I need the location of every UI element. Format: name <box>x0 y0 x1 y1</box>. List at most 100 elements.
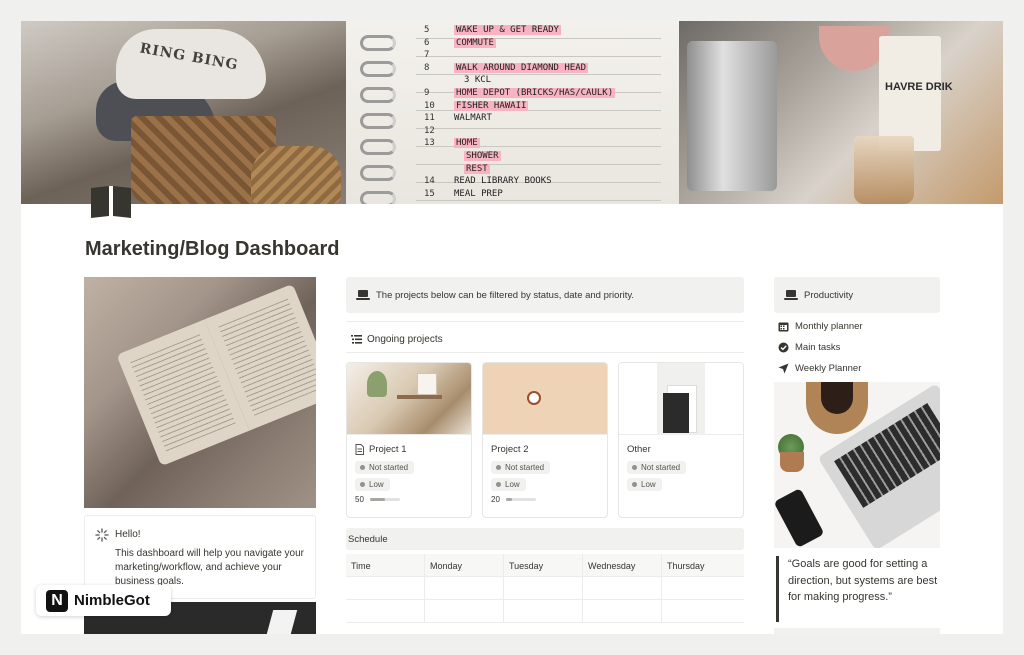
projects-info-callout: The projects below can be filtered by st… <box>346 277 744 313</box>
project-title-text: Project 2 <box>491 444 529 455</box>
progress-value: 50 <box>355 495 364 504</box>
planner-entry: MEAL PREP <box>454 188 503 199</box>
nimblegot-logo-badge: N NimbleGot <box>36 585 171 616</box>
productivity-title: Productivity <box>804 290 854 301</box>
table-cell[interactable] <box>346 577 425 599</box>
table-cell[interactable] <box>425 600 504 622</box>
planner-hour: 10 <box>424 100 435 111</box>
table-row <box>346 600 744 623</box>
planner-hour: 8 <box>424 62 430 73</box>
priority-text: Low <box>505 480 520 489</box>
page-icon <box>355 444 364 455</box>
planner-entry: SHOWER <box>464 151 501 161</box>
progress-fill <box>505 498 512 501</box>
link-monthly-planner[interactable]: Monthly planner <box>778 321 863 332</box>
project-title: Project 2 <box>491 444 529 455</box>
table-row <box>346 577 744 600</box>
priority-badge: Low <box>627 478 662 491</box>
link-weekly-planner[interactable]: Weekly Planner <box>778 363 861 374</box>
planner-hour: 7 <box>424 50 430 61</box>
link-main-tasks[interactable]: Main tasks <box>778 342 840 353</box>
dark-image-shape <box>266 610 298 634</box>
planner-entry: WALMART <box>454 113 492 124</box>
page-title[interactable]: Marketing/Blog Dashboard <box>85 238 339 261</box>
project-card[interactable]: Project 2 Not started Low 20 <box>482 362 608 518</box>
list-icon <box>351 335 362 344</box>
table-cell[interactable] <box>346 600 425 622</box>
schedule-heading[interactable]: Schedule <box>346 528 744 550</box>
column-header-monday[interactable]: Monday <box>425 554 504 576</box>
planner-hour: 13 <box>424 138 435 149</box>
project-title: Other <box>627 444 651 455</box>
column-header-time[interactable]: Time <box>346 554 425 576</box>
table-cell[interactable] <box>583 600 662 622</box>
project-card[interactable]: Project 1 Not started Low 50 <box>346 362 472 518</box>
priority-text: Low <box>369 480 384 489</box>
productivity-callout: Productivity <box>774 277 940 313</box>
smartphone <box>774 488 825 548</box>
plant-pot <box>780 452 804 472</box>
notion-page: RING BING 5 WAKE UP & GET READY 6 COMMUTE 7 8… <box>21 21 1003 634</box>
check-circle-icon <box>778 342 789 353</box>
status-text: Not started <box>641 463 681 472</box>
progress-bar <box>369 498 400 501</box>
planner-hour: 9 <box>424 88 430 98</box>
planner-entry: HOME DEPOT (BRICKS/HAS/CAULK) <box>454 88 616 98</box>
planner-hour: 11 <box>424 113 435 124</box>
sparkle-icon <box>95 528 109 545</box>
progress-fill <box>369 498 385 501</box>
open-book-icon[interactable] <box>89 184 133 220</box>
send-icon <box>778 363 789 374</box>
status-badge: Not started <box>627 461 687 474</box>
status-badge: Not started <box>491 461 551 474</box>
planner-hour: 15 <box>424 188 435 199</box>
priority-badge: Low <box>355 478 390 491</box>
planner-entry: COMMUTE <box>454 37 496 48</box>
planner-hour: 6 <box>424 37 430 48</box>
status-text: Not started <box>505 463 545 472</box>
nimblegot-logo-icon: N <box>46 589 68 612</box>
table-cell[interactable] <box>504 600 583 622</box>
iced-coffee-cup <box>854 136 914 204</box>
table-cell[interactable] <box>662 577 741 599</box>
progress: 50 <box>355 495 400 504</box>
planner-entry: READ LIBRARY BOOKS <box>454 176 552 187</box>
projects-info-text: The projects below can be filtered by st… <box>376 290 635 301</box>
laptop-icon <box>356 288 370 306</box>
bottom-block <box>774 628 940 634</box>
table-cell[interactable] <box>662 600 741 622</box>
table-cell[interactable] <box>504 577 583 599</box>
planner-entry: 3 KCL <box>464 75 492 86</box>
book-photo <box>84 277 316 508</box>
column-header-thursday[interactable]: Thursday <box>662 554 741 576</box>
project-card[interactable]: Other Not started Low <box>618 362 744 518</box>
status-text: Not started <box>369 463 409 472</box>
planner-hour: 5 <box>424 25 430 35</box>
laptop-icon <box>784 288 798 306</box>
table-cell[interactable] <box>583 577 662 599</box>
wicker-bag <box>251 146 341 204</box>
table-cell[interactable] <box>425 577 504 599</box>
quote-block: “Goals are good for setting a direction,… <box>776 556 940 622</box>
status-badge: Not started <box>355 461 415 474</box>
planner-entry: WAKE UP & GET READY <box>454 25 561 35</box>
desk-laptop-photo <box>774 382 940 548</box>
column-header-wednesday[interactable]: Wednesday <box>583 554 662 576</box>
ongoing-projects-view-tab[interactable]: Ongoing projects <box>351 334 443 345</box>
callout-body: This dashboard will help you navigate yo… <box>115 548 304 587</box>
divider <box>346 352 744 353</box>
planner-hour: 12 <box>424 125 435 136</box>
planner-entry: FISHER HAWAII <box>454 100 529 111</box>
project-title-text: Project 1 <box>369 444 407 455</box>
planner-entry: WALK AROUND DIAMOND HEAD <box>454 62 589 73</box>
cover-laundry-photo: RING BING <box>21 21 346 204</box>
carton-text: HAVRE DRIK <box>885 81 953 93</box>
project-cover-image <box>347 363 471 435</box>
priority-badge: Low <box>491 478 526 491</box>
divider <box>346 321 744 322</box>
project-cover-image <box>619 363 743 435</box>
schedule-header-row: Time Monday Tuesday Wednesday Thursday <box>346 554 744 577</box>
link-label: Monthly planner <box>795 321 863 332</box>
planner-entry: REST <box>464 163 490 174</box>
column-header-tuesday[interactable]: Tuesday <box>504 554 583 576</box>
